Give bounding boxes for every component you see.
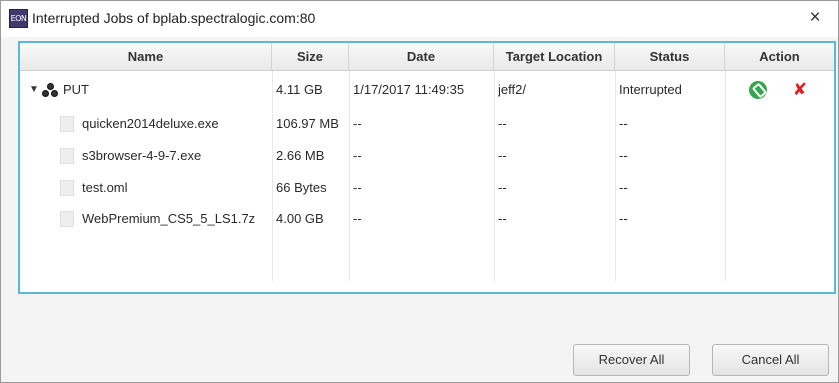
cancel-all-button[interactable]: Cancel All bbox=[712, 344, 829, 376]
put-job-icon bbox=[42, 83, 58, 97]
file-row[interactable]: quicken2014deluxe.exe 106.97 MB -- -- -- bbox=[20, 109, 834, 139]
file-size: 4.00 GB bbox=[276, 211, 324, 226]
file-size: 66 Bytes bbox=[276, 180, 327, 195]
job-size: 4.11 GB bbox=[276, 82, 323, 97]
file-row[interactable]: test.oml 66 Bytes -- -- -- bbox=[20, 173, 834, 203]
dialog-title: Interrupted Jobs of bplab.spectralogic.c… bbox=[32, 10, 316, 26]
app-logo-icon: EON bbox=[9, 9, 28, 28]
file-name: quicken2014deluxe.exe bbox=[82, 116, 219, 131]
wrench-icon[interactable] bbox=[749, 81, 767, 99]
file-name: test.oml bbox=[82, 180, 128, 195]
file-target-location: -- bbox=[498, 116, 507, 131]
file-icon bbox=[60, 180, 74, 196]
job-status: Interrupted bbox=[619, 82, 682, 97]
title-bar: EON Interrupted Jobs of bplab.spectralog… bbox=[1, 1, 838, 37]
file-date: -- bbox=[353, 180, 362, 195]
file-row[interactable]: WebPremium_CS5_5_LS1.7z 4.00 GB -- -- -- bbox=[20, 204, 834, 234]
file-date: -- bbox=[353, 116, 362, 131]
file-icon bbox=[60, 116, 74, 132]
file-date: -- bbox=[353, 148, 362, 163]
column-header-action[interactable]: Action bbox=[725, 43, 834, 71]
file-size: 106.97 MB bbox=[276, 116, 339, 131]
job-name: PUT bbox=[63, 82, 89, 97]
file-name: s3browser-4-9-7.exe bbox=[82, 148, 202, 163]
file-target-location: -- bbox=[498, 148, 507, 163]
file-icon bbox=[60, 211, 74, 227]
file-icon bbox=[60, 148, 74, 164]
file-status: -- bbox=[619, 116, 628, 131]
interrupted-jobs-dialog: EON Interrupted Jobs of bplab.spectralog… bbox=[0, 0, 839, 383]
table-header: Name Size Date Target Location Status Ac… bbox=[20, 43, 834, 71]
column-header-date[interactable]: Date bbox=[349, 43, 494, 71]
job-row-put[interactable]: ▼ PUT 4.11 GB 1/17/2017 11:49:35 jeff2/ … bbox=[20, 75, 834, 105]
column-header-target-location[interactable]: Target Location bbox=[494, 43, 615, 71]
close-icon[interactable]: ✘ bbox=[791, 75, 809, 105]
jobs-table[interactable]: Name Size Date Target Location Status Ac… bbox=[18, 41, 836, 294]
column-header-name[interactable]: Name bbox=[20, 43, 272, 71]
close-button[interactable]: × bbox=[804, 6, 826, 30]
file-target-location: -- bbox=[498, 211, 507, 226]
file-status: -- bbox=[619, 180, 628, 195]
recover-all-button[interactable]: Recover All bbox=[573, 344, 690, 376]
column-header-status[interactable]: Status bbox=[615, 43, 725, 71]
file-status: -- bbox=[619, 148, 628, 163]
file-target-location: -- bbox=[498, 180, 507, 195]
file-row[interactable]: s3browser-4-9-7.exe 2.66 MB -- -- -- bbox=[20, 141, 834, 171]
job-date: 1/17/2017 11:49:35 bbox=[353, 82, 465, 97]
file-size: 2.66 MB bbox=[276, 148, 325, 163]
file-status: -- bbox=[619, 211, 628, 226]
column-header-size[interactable]: Size bbox=[272, 43, 349, 71]
job-target-location: jeff2/ bbox=[498, 82, 526, 97]
expand-toggle-icon[interactable]: ▼ bbox=[29, 75, 39, 105]
file-date: -- bbox=[353, 211, 362, 226]
file-name: WebPremium_CS5_5_LS1.7z bbox=[82, 211, 256, 226]
